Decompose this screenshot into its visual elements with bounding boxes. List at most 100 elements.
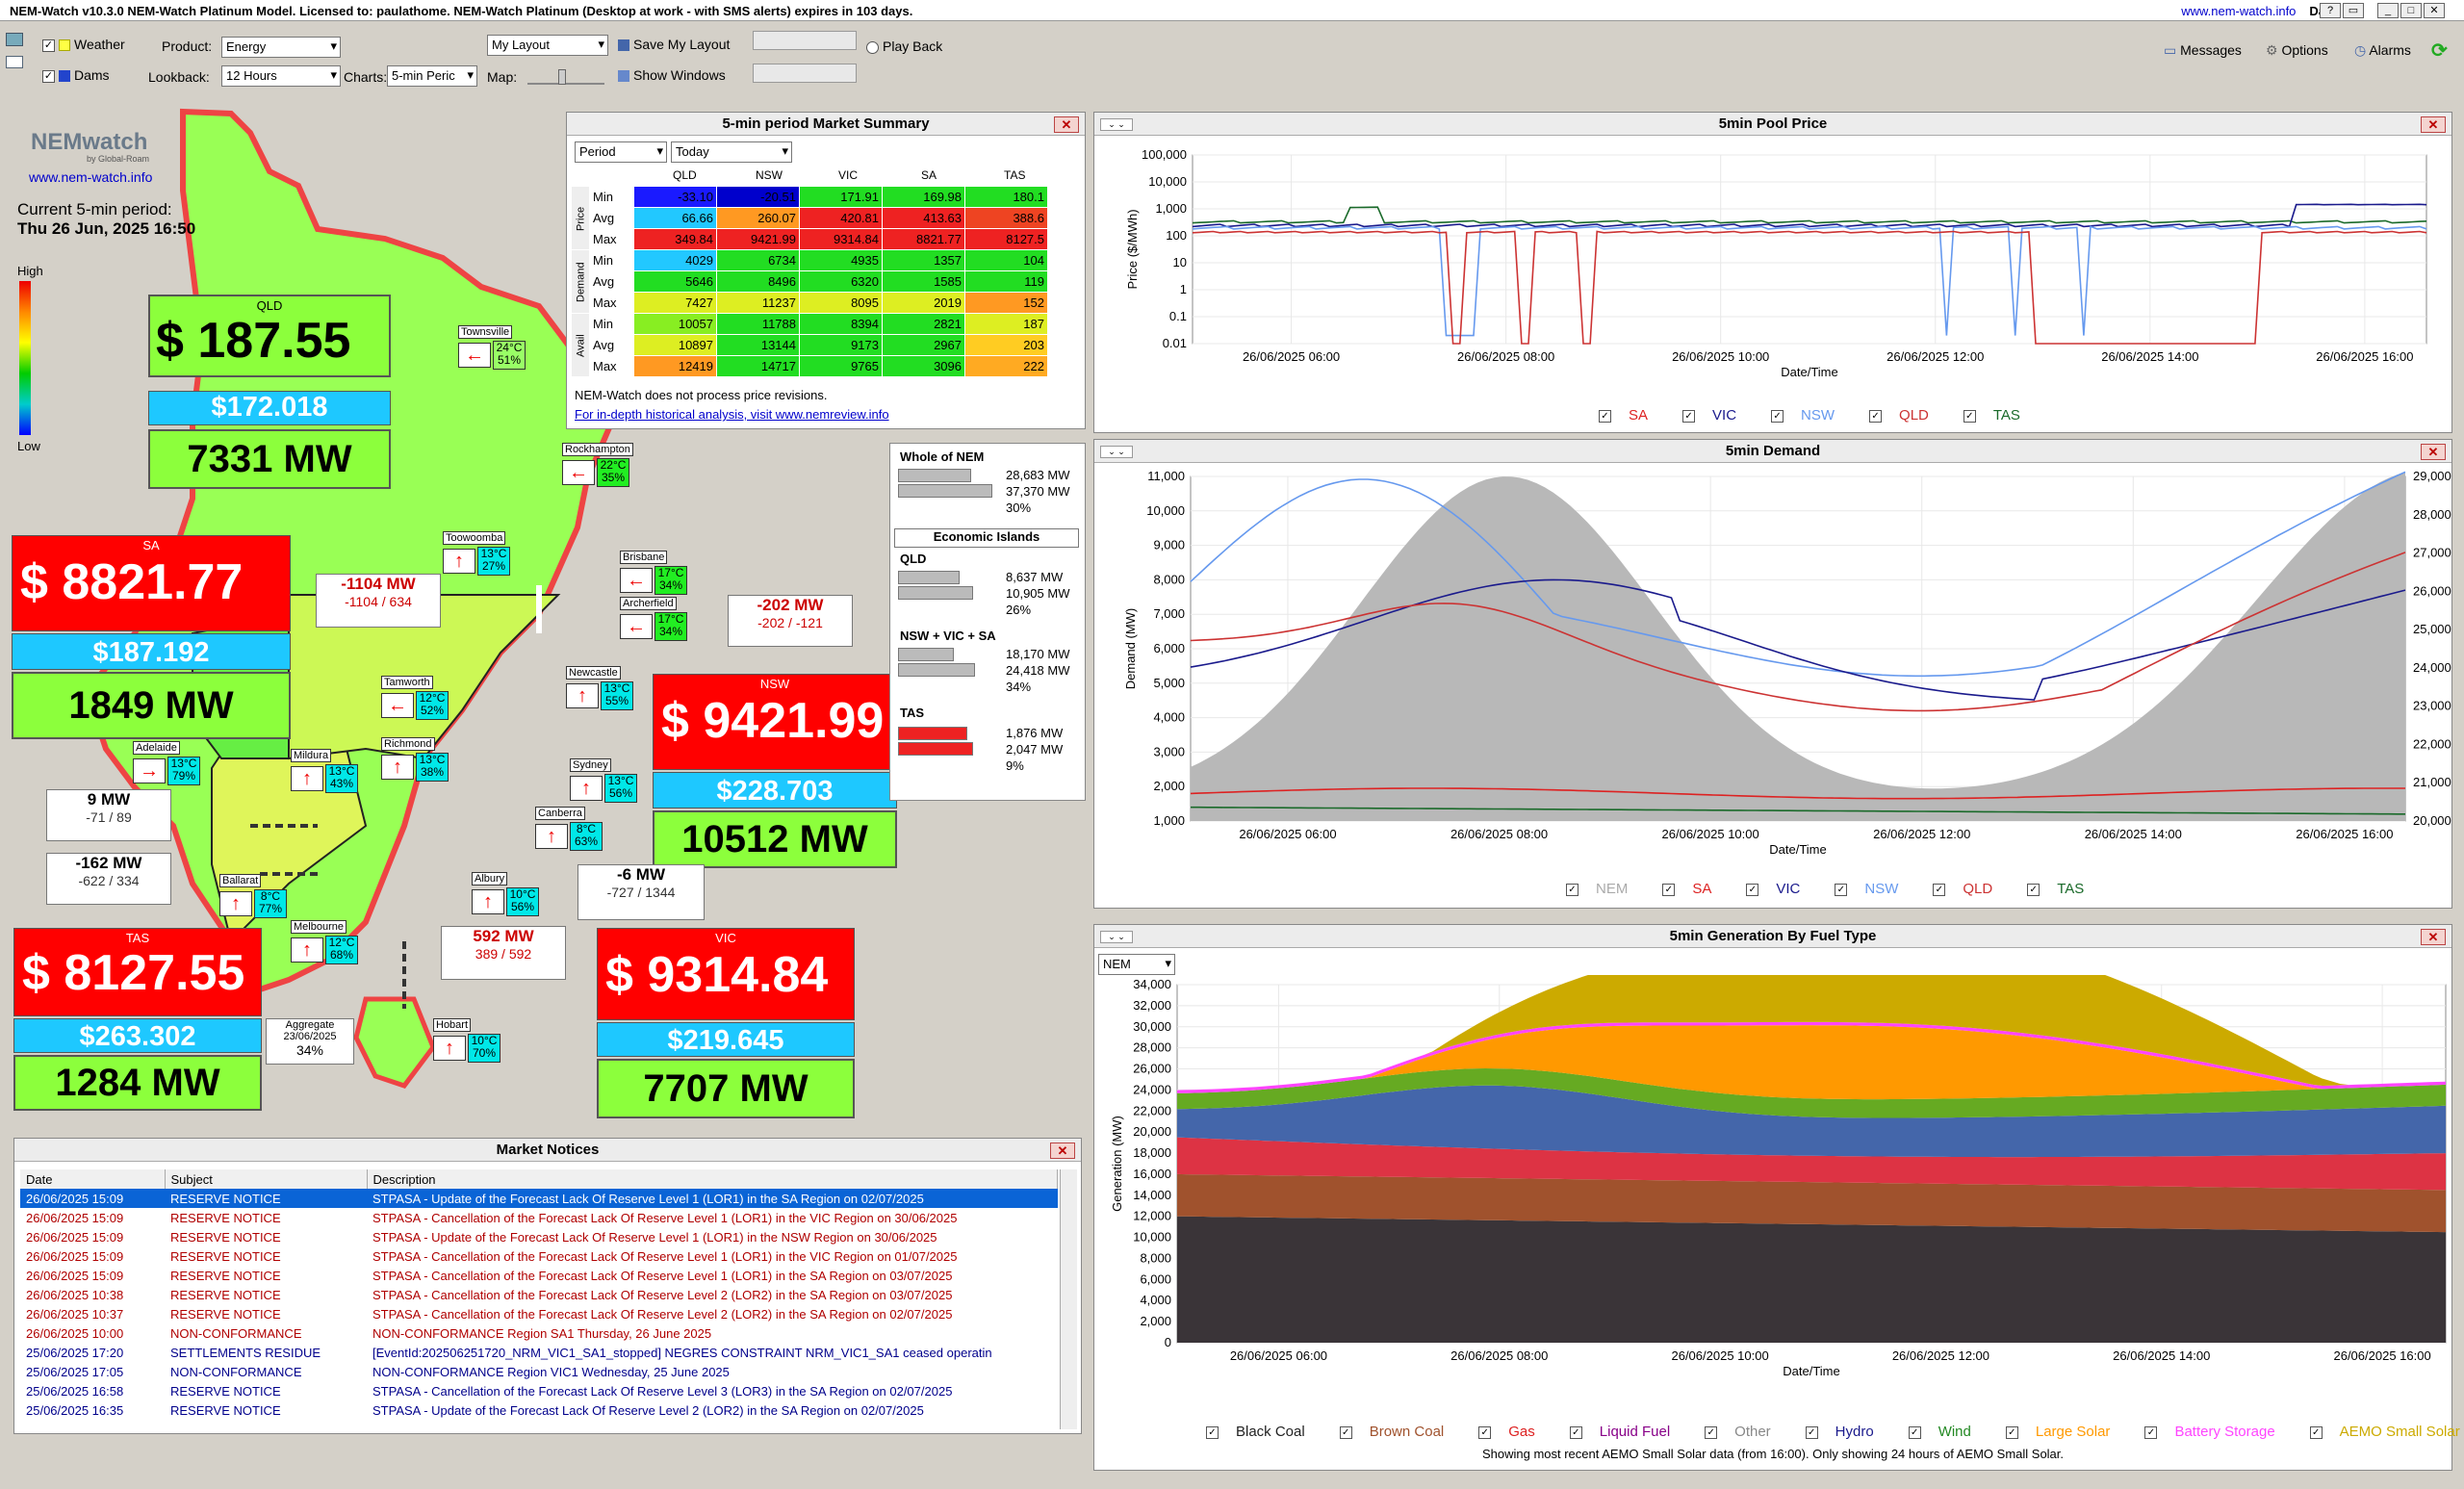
minimize-button[interactable]: _: [2377, 3, 2399, 18]
legend-checkbox[interactable]: ✓: [1835, 883, 1848, 896]
layout-select[interactable]: My Layout: [487, 35, 608, 56]
legend-checkbox[interactable]: ✓: [1682, 409, 1696, 423]
legend-checkbox[interactable]: ✓: [1746, 883, 1759, 896]
playback-input[interactable]: [753, 31, 857, 50]
close-icon[interactable]: ✕: [2421, 929, 2446, 945]
map-slider[interactable]: [527, 65, 604, 85]
close-icon[interactable]: ✕: [2421, 116, 2446, 133]
legend-item[interactable]: ✓ Wind: [1908, 1424, 1989, 1440]
chevron-down-icon[interactable]: ⌄ ⌄: [1100, 118, 1133, 131]
legend-item[interactable]: ✓ QLD: [1933, 881, 2010, 897]
monitor-icon[interactable]: [6, 33, 23, 46]
legend-item[interactable]: ✓ Brown Coal: [1339, 1424, 1462, 1440]
legend-checkbox[interactable]: ✓: [1566, 883, 1578, 896]
basslink-flow[interactable]: 592 MW 389 / 592: [441, 926, 566, 980]
notice-row[interactable]: 26/06/2025 15:09 RESERVE NOTICE STPASA - U…: [20, 1189, 1058, 1208]
legend-checkbox[interactable]: ✓: [2144, 1425, 2158, 1439]
legend-checkbox[interactable]: ✓: [1339, 1425, 1352, 1439]
legend-checkbox[interactable]: ✓: [1478, 1425, 1492, 1439]
legend-item[interactable]: ✓ NSW: [1835, 881, 1915, 897]
legend-checkbox[interactable]: ✓: [1599, 409, 1611, 423]
close-icon[interactable]: ✕: [2421, 444, 2446, 460]
alarms-button[interactable]: Alarms: [2369, 42, 2411, 58]
notice-row[interactable]: 26/06/2025 15:09 RESERVE NOTICE STPASA - C…: [20, 1208, 1058, 1227]
notice-row[interactable]: 26/06/2025 10:00 NON-CONFORMANCE NON-CONFO…: [20, 1323, 1058, 1343]
legend-checkbox[interactable]: ✓: [2027, 883, 2040, 896]
col-date[interactable]: Date: [20, 1169, 166, 1189]
website-link[interactable]: www.nem-watch.info: [2181, 4, 2296, 18]
notice-row[interactable]: 25/06/2025 16:58 RESERVE NOTICE STPASA - C…: [20, 1381, 1058, 1400]
legend-checkbox[interactable]: ✓: [1662, 883, 1676, 896]
legend-checkbox[interactable]: ✓: [1933, 883, 1946, 896]
notice-row[interactable]: 25/06/2025 17:20 SETTLEMENTS RESIDUE [Even…: [20, 1343, 1058, 1362]
slider-thumb[interactable]: [558, 69, 566, 85]
restore-button[interactable]: ▭: [2343, 3, 2364, 18]
nemreview-link[interactable]: For in-depth historical analysis, visit …: [575, 407, 889, 422]
legend-checkbox[interactable]: ✓: [1908, 1425, 1921, 1439]
legend-item[interactable]: ✓ Hydro: [1805, 1424, 1891, 1440]
murraylink-flow[interactable]: -162 MW -622 / 334: [46, 853, 171, 905]
legend-checkbox[interactable]: ✓: [1963, 409, 1976, 423]
close-icon[interactable]: ✕: [1054, 116, 1079, 133]
vic-nsw-flow[interactable]: -6 MW -727 / 1344: [578, 864, 705, 920]
sa-nsw-flow[interactable]: -1104 MW -1104 / 634: [316, 574, 441, 628]
notice-row[interactable]: 26/06/2025 10:38 RESERVE NOTICE STPASA - C…: [20, 1285, 1058, 1304]
maximize-button[interactable]: □: [2400, 3, 2422, 18]
legend-checkbox[interactable]: ✓: [2309, 1425, 2323, 1439]
mail-icon[interactable]: [6, 56, 23, 68]
legend-item[interactable]: ✓ AEMO Small Solar: [2309, 1424, 2464, 1440]
legend-item[interactable]: ✓ TAS: [1963, 407, 2038, 424]
legend-item[interactable]: ✓ Battery Storage: [2144, 1424, 2292, 1440]
close-button[interactable]: ✕: [2424, 3, 2445, 18]
legend-item[interactable]: ✓ NEM: [1566, 881, 1645, 897]
legend-item[interactable]: ✓ TAS: [2027, 881, 2101, 897]
legend-checkbox[interactable]: ✓: [1869, 409, 1883, 423]
legend-item[interactable]: ✓ NSW: [1771, 407, 1852, 424]
legend-item[interactable]: ✓ Liquid Fuel: [1569, 1424, 1687, 1440]
show-windows-button[interactable]: Show Windows: [633, 67, 726, 83]
notice-row[interactable]: 26/06/2025 10:37 RESERVE NOTICE STPASA - C…: [20, 1304, 1058, 1323]
notice-row[interactable]: 25/06/2025 16:35 RESERVE NOTICE STPASA - U…: [20, 1400, 1058, 1420]
legend-checkbox[interactable]: ✓: [1771, 409, 1784, 423]
heywood-flow[interactable]: 9 MW -71 / 89: [46, 789, 171, 841]
legend-item[interactable]: ✓ Large Solar: [2005, 1424, 2128, 1440]
charts-select[interactable]: 5-min Peric: [387, 65, 477, 87]
today-select[interactable]: Today: [671, 141, 792, 163]
notice-row[interactable]: 26/06/2025 15:09 RESERVE NOTICE STPASA - U…: [20, 1227, 1058, 1246]
notices-scrollbar[interactable]: [1060, 1169, 1077, 1429]
legend-checkbox[interactable]: ✓: [2005, 1425, 2018, 1439]
legend-item[interactable]: ✓ VIC: [1682, 407, 1754, 424]
playback-radio[interactable]: [866, 40, 879, 54]
save-layout-button[interactable]: Save My Layout: [633, 37, 730, 52]
legend-item[interactable]: ✓ Other: [1705, 1424, 1788, 1440]
legend-item[interactable]: ✓ SA: [1662, 881, 1729, 897]
legend-checkbox[interactable]: ✓: [1206, 1425, 1219, 1439]
legend-checkbox[interactable]: ✓: [1569, 1425, 1582, 1439]
col-description[interactable]: Description: [367, 1169, 1058, 1189]
legend-item[interactable]: ✓ Black Coal: [1206, 1424, 1322, 1440]
legend-checkbox[interactable]: ✓: [1805, 1425, 1818, 1439]
notice-row[interactable]: 25/06/2025 17:05 NON-CONFORMANCE NON-CONFO…: [20, 1362, 1058, 1381]
product-select[interactable]: Energy: [221, 37, 341, 58]
messages-button[interactable]: Messages: [2180, 42, 2242, 58]
chevron-down-icon[interactable]: ⌄ ⌄: [1100, 446, 1133, 458]
legend-item[interactable]: ✓ Gas: [1478, 1424, 1553, 1440]
dams-checkbox[interactable]: ✓: [42, 69, 55, 83]
refresh-icon[interactable]: ⟳: [2431, 39, 2448, 63]
lookback-select[interactable]: 12 Hours: [221, 65, 341, 87]
close-icon[interactable]: ✕: [1050, 1142, 1075, 1159]
notice-row[interactable]: 26/06/2025 15:09 RESERVE NOTICE STPASA - C…: [20, 1246, 1058, 1266]
chevron-down-icon[interactable]: ⌄ ⌄: [1100, 931, 1133, 943]
legend-checkbox[interactable]: ✓: [1705, 1425, 1718, 1439]
qni-flow[interactable]: -202 MW -202 / -121: [728, 595, 853, 647]
notice-row[interactable]: 26/06/2025 15:09 RESERVE NOTICE STPASA - C…: [20, 1266, 1058, 1285]
legend-item[interactable]: ✓ QLD: [1869, 407, 1946, 424]
weather-checkbox[interactable]: ✓: [42, 39, 55, 52]
period-select[interactable]: Period: [575, 141, 667, 163]
options-button[interactable]: Options: [2281, 42, 2327, 58]
legend-item[interactable]: ✓ VIC: [1746, 881, 1817, 897]
legend-item[interactable]: ✓ SA: [1599, 407, 1665, 424]
region-select[interactable]: NEM: [1098, 954, 1175, 975]
help-button[interactable]: ?: [2320, 3, 2341, 18]
playback-slider[interactable]: [753, 64, 857, 83]
